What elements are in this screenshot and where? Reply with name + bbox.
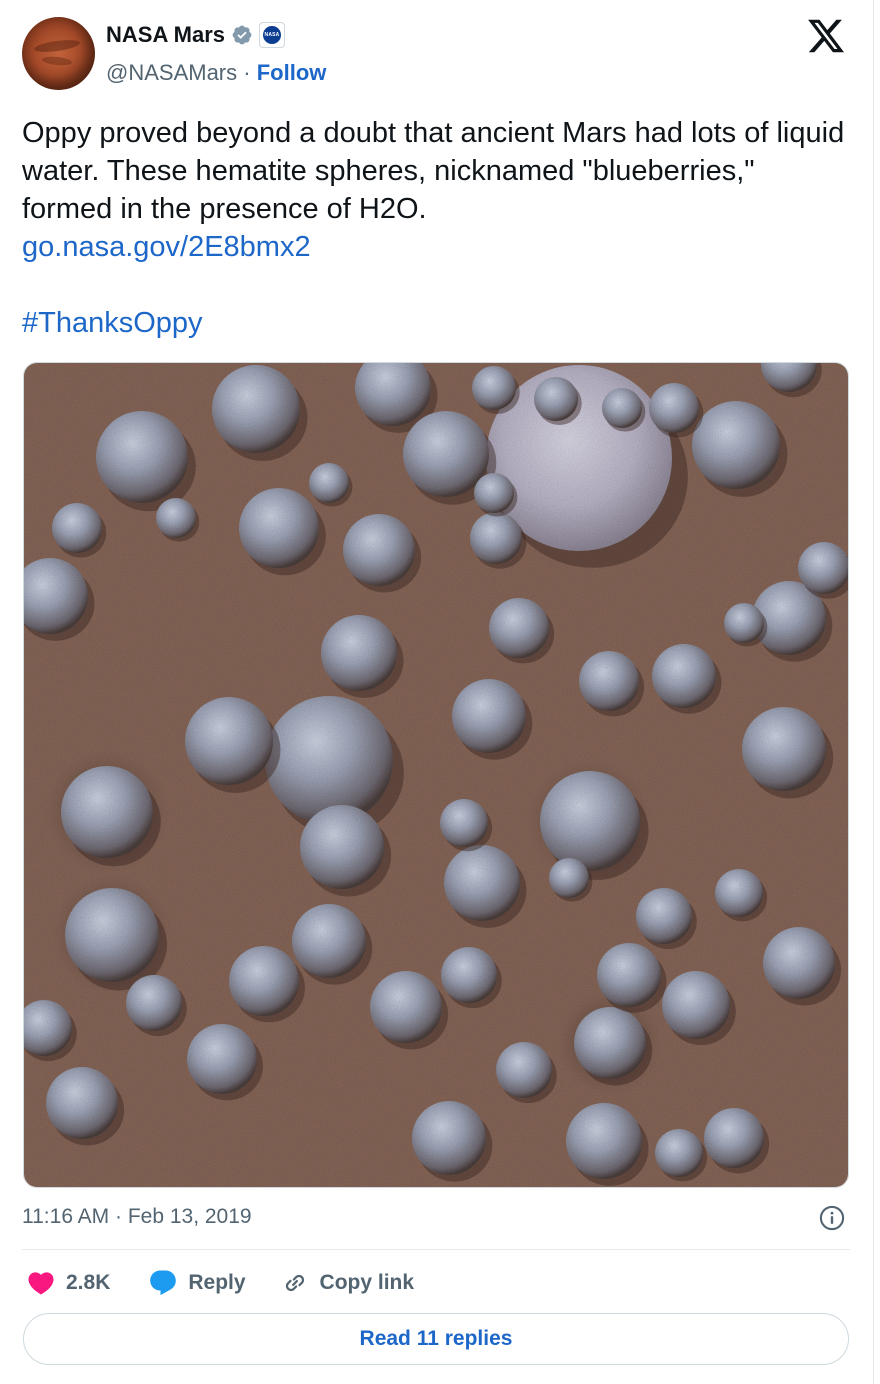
display-name[interactable]: NASA Mars — [106, 22, 225, 48]
reply-label: Reply — [188, 1271, 246, 1294]
hematite-sphere — [412, 1101, 486, 1175]
divider — [22, 1249, 850, 1250]
hematite-sphere — [579, 651, 639, 711]
hematite-sphere — [212, 365, 300, 453]
verified-badge-icon — [232, 25, 252, 45]
hematite-sphere — [321, 615, 397, 691]
like-count: 2.8K — [66, 1271, 111, 1294]
affiliate-badge[interactable]: NASA — [259, 22, 285, 48]
copy-link-button[interactable]: Copy link — [280, 1268, 415, 1298]
hematite-sphere — [370, 971, 442, 1043]
hematite-sphere — [692, 401, 780, 489]
link-icon — [285, 1274, 304, 1292]
like-button[interactable]: 2.8K — [26, 1268, 110, 1298]
hematite-sphere — [300, 805, 384, 889]
hematite-sphere — [470, 512, 522, 564]
follow-button[interactable]: Follow — [257, 60, 327, 85]
hematite-sphere — [61, 766, 153, 858]
hematite-sphere — [65, 888, 159, 982]
heart-icon — [28, 1272, 54, 1295]
hematite-sphere — [444, 845, 520, 921]
hematite-sphere — [704, 1108, 764, 1168]
hematite-sphere — [441, 947, 497, 1003]
hematite-sphere — [724, 603, 764, 643]
hematite-sphere — [715, 869, 763, 917]
hematite-sphere — [292, 904, 366, 978]
hematite-sphere — [452, 679, 526, 753]
hematite-sphere — [574, 1007, 646, 1079]
mars-blueberries-photo — [24, 363, 848, 1187]
handle[interactable]: @NASAMars — [106, 60, 237, 85]
tweet-card: NASA Mars NASA @NASAMars · Follow Oppy p… — [0, 0, 874, 1384]
hematite-sphere — [187, 1024, 257, 1094]
hematite-sphere — [534, 377, 578, 421]
hematite-sphere — [185, 697, 273, 785]
nasa-logo-icon: NASA — [263, 26, 281, 44]
hematite-sphere — [597, 943, 661, 1007]
hematite-sphere — [126, 975, 182, 1031]
hematite-sphere — [96, 411, 188, 503]
hematite-sphere — [265, 696, 393, 824]
hashtag-link[interactable]: #ThanksOppy — [22, 307, 203, 339]
handle-separator: · — [243, 60, 251, 85]
hematite-sphere — [649, 383, 699, 433]
tweet-text: Oppy proved beyond a doubt that ancient … — [22, 114, 852, 342]
info-icon[interactable] — [818, 1204, 846, 1232]
x-logo-icon[interactable] — [806, 16, 846, 56]
hematite-sphere — [540, 771, 640, 871]
hematite-sphere — [474, 473, 514, 513]
hematite-sphere — [636, 888, 692, 944]
tweet-link[interactable]: go.nasa.gov/2E8bmx2 — [22, 231, 311, 263]
hematite-sphere — [602, 388, 642, 428]
hematite-sphere — [440, 799, 488, 847]
hematite-sphere — [472, 366, 516, 410]
hematite-sphere — [229, 946, 299, 1016]
hematite-sphere — [652, 644, 716, 708]
hematite-sphere — [549, 858, 589, 898]
tweet-body: Oppy proved beyond a doubt that ancient … — [22, 117, 853, 225]
hematite-sphere — [156, 498, 196, 538]
hematite-sphere — [343, 514, 415, 586]
hematite-sphere — [742, 707, 826, 791]
hematite-sphere — [489, 598, 549, 658]
handle-row: @NASAMars · Follow — [106, 60, 326, 86]
hematite-sphere — [798, 542, 848, 594]
hematite-sphere — [662, 971, 730, 1039]
hematite-sphere — [566, 1103, 642, 1179]
tweet-media[interactable] — [23, 362, 849, 1188]
read-replies-button[interactable]: Read 11 replies — [23, 1313, 849, 1365]
reply-button[interactable]: Reply — [148, 1268, 246, 1298]
speech-bubble-icon — [150, 1270, 177, 1296]
action-bar: 2.8K Reply Copy link — [26, 1266, 414, 1300]
hematite-sphere — [309, 463, 349, 503]
author-name-row: NASA Mars NASA — [106, 22, 285, 48]
avatar[interactable] — [22, 17, 95, 90]
hematite-sphere — [239, 488, 319, 568]
tweet-timestamp[interactable]: 11:16 AM · Feb 13, 2019 — [22, 1205, 252, 1229]
hematite-sphere — [655, 1129, 703, 1177]
hematite-sphere — [763, 927, 835, 999]
copy-link-label: Copy link — [319, 1271, 415, 1294]
hematite-sphere — [52, 503, 102, 553]
hematite-sphere — [496, 1042, 552, 1098]
hematite-sphere — [46, 1067, 118, 1139]
